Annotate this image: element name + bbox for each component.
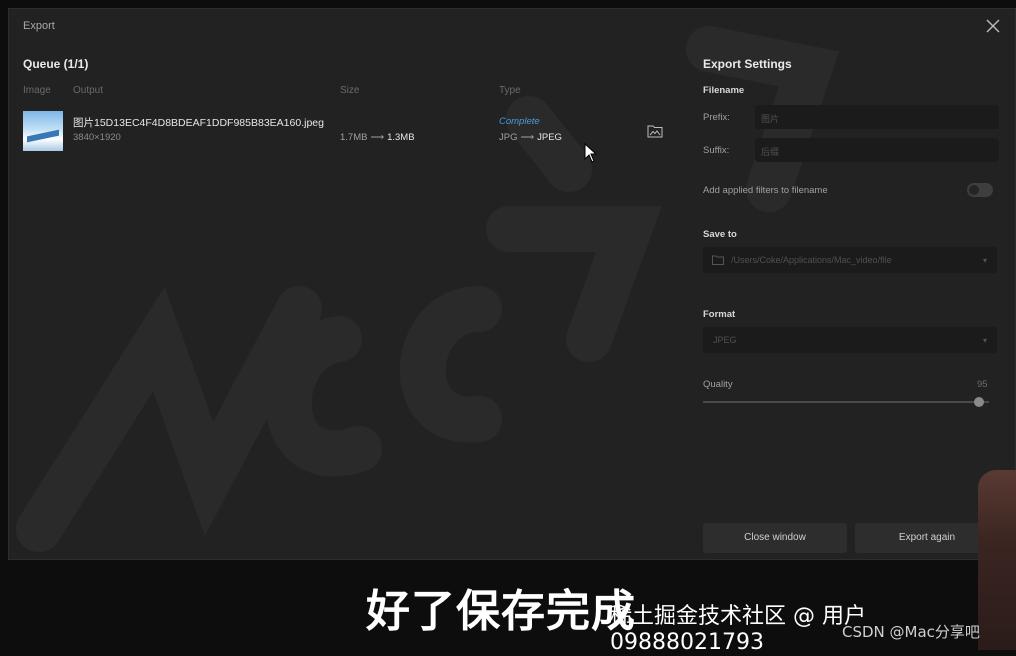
size-from: 1.7MB (340, 132, 368, 143)
watermark-site: CSDN @Mac分享吧 (842, 623, 980, 641)
column-header-size: Size (340, 85, 360, 96)
format-value: JPEG (713, 335, 737, 345)
mouse-cursor-icon (584, 143, 598, 163)
chevron-down-icon: ▾ (982, 336, 987, 345)
title-bar: Export (9, 9, 1015, 45)
export-settings-panel: Export Settings Filename Prefix: 图片 Suff… (695, 45, 1016, 559)
type-to: JPEG (537, 132, 562, 143)
column-header-output: Output (73, 85, 104, 96)
save-to-heading: Save to (703, 229, 737, 240)
filters-label: Add applied filters to filename (703, 185, 828, 196)
prefix-input[interactable]: 图片 (755, 105, 999, 129)
queue-title: Queue (1/1) (23, 57, 89, 71)
status-complete: Complete (499, 116, 540, 127)
quality-slider[interactable] (703, 397, 989, 407)
type-change: JPG ⟶ JPEG (499, 132, 562, 143)
open-folder-icon[interactable] (647, 124, 663, 138)
close-icon[interactable] (985, 18, 1001, 34)
column-header-image: Image (23, 85, 51, 96)
type-from: JPG (499, 132, 518, 143)
format-select[interactable]: JPEG ▾ (703, 327, 997, 353)
image-thumbnail (23, 111, 63, 151)
prefix-label: Prefix: (703, 112, 730, 123)
queue-row: 图片15D13EC4F4D8BDEAF1DDF985B83EA160.jpeg … (23, 109, 663, 153)
arrow-right-icon: ⟶ (520, 132, 535, 143)
quality-slider-track (703, 401, 989, 403)
queue-panel: Queue (1/1) Image Output Size Type 图片15D… (9, 45, 695, 559)
export-window: Export Queue (1/1) Image Output Size Typ… (8, 8, 1016, 560)
suffix-placeholder: 后缀 (761, 147, 780, 157)
save-path-value: /Users/Coke/Applications/Mac_video/file (731, 255, 892, 265)
export-settings-title: Export Settings (703, 57, 792, 71)
quality-value: 95 (977, 379, 988, 390)
window-title: Export (23, 20, 55, 32)
prefix-placeholder: 图片 (761, 114, 780, 124)
suffix-label: Suffix: (703, 145, 730, 156)
filename-heading: Filename (703, 85, 745, 96)
save-path-select[interactable]: /Users/Coke/Applications/Mac_video/file … (703, 247, 997, 273)
quality-slider-handle[interactable] (974, 397, 984, 407)
quality-label: Quality (703, 379, 733, 390)
chevron-down-icon: ▾ (982, 256, 987, 265)
format-heading: Format (703, 309, 736, 320)
size-change: 1.7MB ⟶ 1.3MB (340, 132, 415, 143)
size-to: 1.3MB (387, 132, 415, 143)
column-header-type: Type (499, 85, 521, 96)
folder-icon (712, 255, 724, 265)
image-dimensions: 3840×1920 (73, 132, 121, 143)
close-window-button[interactable]: Close window (703, 523, 847, 553)
filters-toggle[interactable] (967, 183, 993, 197)
video-subtitle: 好了保存完成 (366, 586, 636, 637)
arrow-right-icon: ⟶ (370, 132, 385, 143)
output-filename: 图片15D13EC4F4D8BDEAF1DDF985B83EA160.jpeg (73, 117, 324, 129)
suffix-input[interactable]: 后缀 (755, 138, 999, 162)
